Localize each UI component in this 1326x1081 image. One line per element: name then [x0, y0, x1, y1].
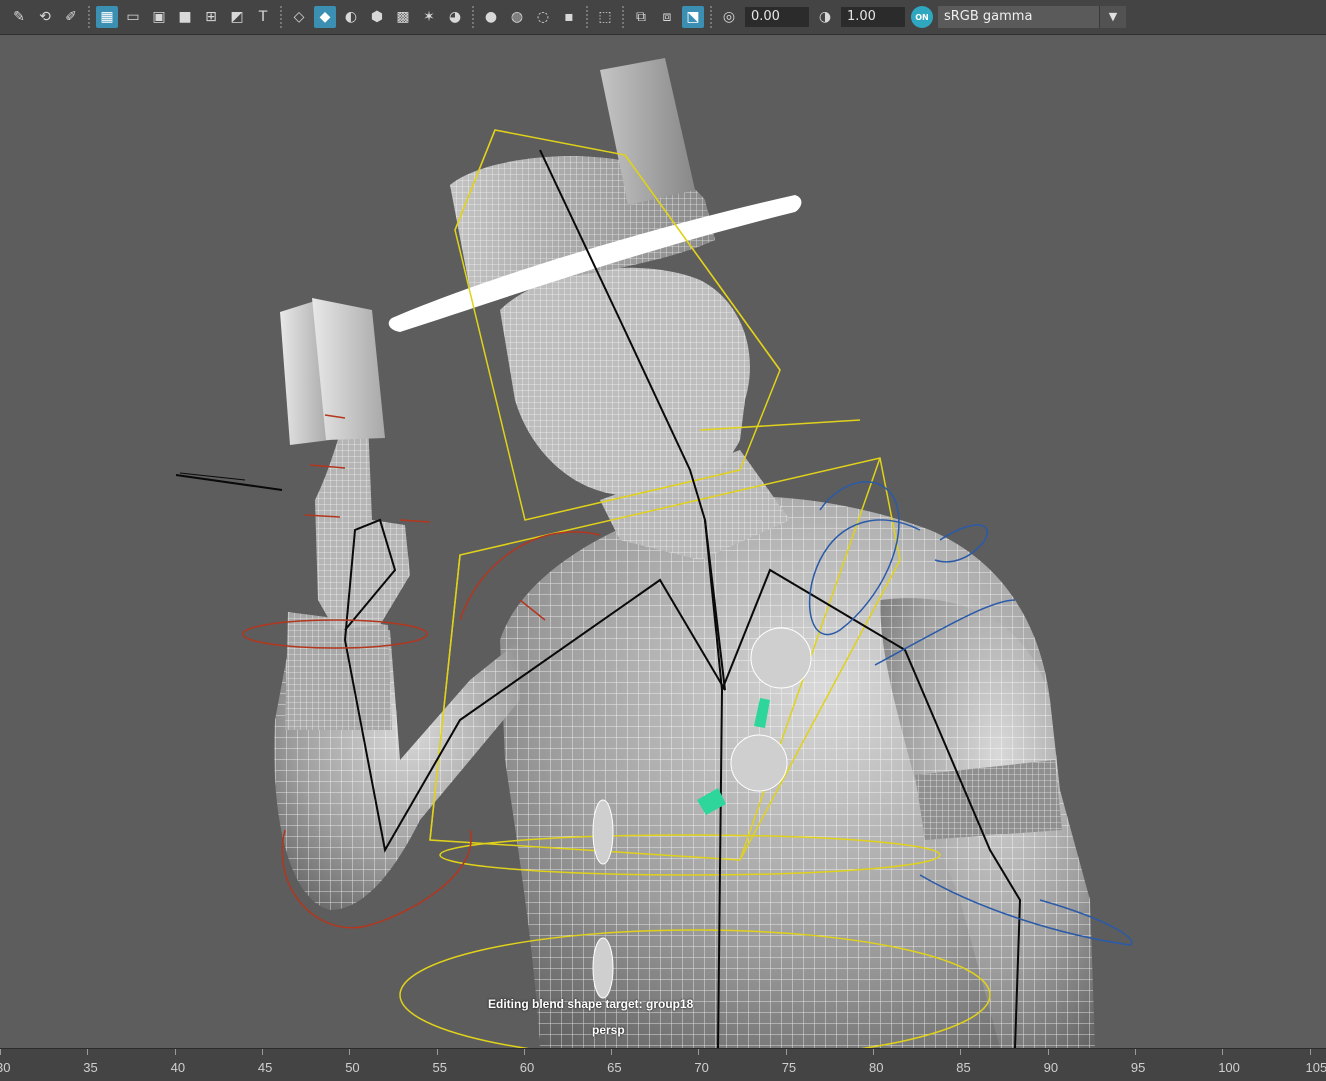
perspective-viewport[interactable]: Editing blend shape target: group18 pers… [0, 35, 1326, 1048]
timeline-tick [524, 1049, 525, 1055]
wireframe-icon[interactable]: ◇ [288, 6, 310, 28]
timeline-tick [786, 1049, 787, 1055]
timeline-tick [349, 1049, 350, 1055]
timeline-tick [1222, 1049, 1223, 1055]
paint-icon[interactable]: ✐ [60, 6, 82, 28]
timeline-frame-label: 50 [345, 1060, 359, 1075]
view-transform-dropdown[interactable]: sRGB gamma ▼ [938, 6, 1126, 28]
timeline-tick [873, 1049, 874, 1055]
timeline-frame-label: 55 [433, 1060, 447, 1075]
timeline-frame-label: 60 [520, 1060, 534, 1075]
wireframe-on-shaded-icon[interactable]: ◐ [340, 6, 362, 28]
color-management-toggle[interactable]: ON [911, 6, 933, 28]
timeline-frame-label: 100 [1218, 1060, 1240, 1075]
timeline-frame-label: 95 [1131, 1060, 1145, 1075]
anti-aliasing-icon[interactable]: ◌ [532, 6, 554, 28]
timeline-frame-label: 70 [694, 1060, 708, 1075]
timeline-frame-label: 75 [782, 1060, 796, 1075]
camera-name-label: persp [592, 1023, 625, 1037]
toolbar-divider [710, 6, 712, 28]
toolbar-divider [88, 6, 90, 28]
grid-icon[interactable]: ▦ [96, 6, 118, 28]
toolbar-divider [622, 6, 624, 28]
timeline-tick [611, 1049, 612, 1055]
safe-action-icon[interactable]: ◩ [226, 6, 248, 28]
timeline-tick [437, 1049, 438, 1055]
toolbar-divider [280, 6, 282, 28]
safe-title-icon[interactable]: T [252, 6, 274, 28]
ambient-occlusion-icon[interactable]: ● [480, 6, 502, 28]
timeline-tick [1135, 1049, 1136, 1055]
toolbar-divider [472, 6, 474, 28]
timeline-frame-label: 65 [607, 1060, 621, 1075]
time-slider[interactable]: 30 35 40 45 50 55 60 65 70 75 80 85 90 95 100 105 [0, 1048, 1326, 1081]
timeline-frame-label: 45 [258, 1060, 272, 1075]
timeline-frame-label: 30 [0, 1060, 10, 1075]
field-chart-icon[interactable]: ⊞ [200, 6, 222, 28]
viewport-panel-toolbar: ✎ ⟲ ✐ ▦ ▭ ▣ ■ ⊞ ◩ T ◇ ◆ ◐ ⬢ ▩ ✶ ◕ ● ◍ ◌ … [0, 0, 1326, 35]
timeline-tick [1048, 1049, 1049, 1055]
timeline-tick [87, 1049, 88, 1055]
timeline-tick [1310, 1049, 1311, 1055]
motion-blur-icon[interactable]: ◍ [506, 6, 528, 28]
exposure-icon[interactable]: ◎ [718, 6, 740, 28]
view-transform-value: sRGB gamma [944, 9, 1032, 24]
xray-active-icon[interactable]: ⧈ [656, 6, 678, 28]
timeline-frame-label: 35 [83, 1060, 97, 1075]
viewport-scene [0, 35, 1326, 1048]
timeline-tick [175, 1049, 176, 1055]
timeline-frame-label: 85 [956, 1060, 970, 1075]
backface-culling-icon[interactable]: ⬔ [682, 6, 704, 28]
timeline-frame-label: 90 [1044, 1060, 1058, 1075]
blend-shape-status-message: Editing blend shape target: group18 [488, 997, 693, 1011]
timeline-frame-label: 40 [171, 1060, 185, 1075]
xray-icon[interactable]: ▩ [392, 6, 414, 28]
timeline-tick [0, 1049, 1, 1055]
gate-mask-icon[interactable]: ■ [174, 6, 196, 28]
resolution-gate-icon[interactable]: ▣ [148, 6, 170, 28]
chevron-down-icon[interactable]: ▼ [1099, 6, 1126, 28]
gamma-field[interactable]: 1.00 [841, 7, 905, 27]
smooth-shade-icon[interactable]: ◆ [314, 6, 336, 28]
gamma-icon[interactable]: ◑ [814, 6, 836, 28]
select-camera-icon[interactable]: ✎ [8, 6, 30, 28]
toolbar-divider [586, 6, 588, 28]
timeline-tick [262, 1049, 263, 1055]
shadows-icon[interactable]: ◕ [444, 6, 466, 28]
xray-joints-icon[interactable]: ⧉ [630, 6, 652, 28]
timeline-frame-label: 80 [869, 1060, 883, 1075]
depth-of-field-icon[interactable]: ▪ [558, 6, 580, 28]
timeline-tick [960, 1049, 961, 1055]
tumble-icon[interactable]: ⟲ [34, 6, 56, 28]
lights-icon[interactable]: ✶ [418, 6, 440, 28]
timeline-frame-label: 105 [1306, 1060, 1326, 1075]
exposure-field[interactable]: 0.00 [745, 7, 809, 27]
default-material-icon[interactable]: ⬢ [366, 6, 388, 28]
film-gate-icon[interactable]: ▭ [122, 6, 144, 28]
timeline-tick [698, 1049, 699, 1055]
isolate-select-icon[interactable]: ⬚ [594, 6, 616, 28]
